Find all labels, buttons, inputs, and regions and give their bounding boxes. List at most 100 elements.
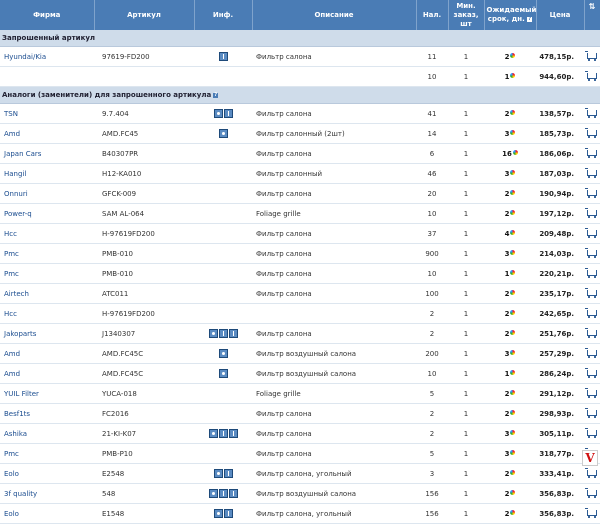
cart-cell[interactable] [584,323,600,344]
col-article[interactable]: Артикул [94,0,195,30]
cart-cell[interactable] [584,403,600,424]
firm-link[interactable]: Pmc [0,443,94,464]
cart-cell[interactable] [584,363,600,384]
firm-link[interactable]: Ashika [0,423,94,444]
cart-icon[interactable] [585,347,597,358]
firm-link[interactable]: Eolo [0,463,94,484]
firm-link[interactable]: Amd [0,123,94,144]
firm-link[interactable]: Eolo [0,503,94,524]
cart-icon[interactable] [585,70,597,81]
info-icon[interactable] [223,509,233,518]
firm-link[interactable]: Airtech [0,283,94,304]
firm-link[interactable] [0,66,94,87]
info-icon[interactable] [218,52,228,61]
cart-cell[interactable] [584,223,600,244]
cart-icon[interactable] [585,50,597,61]
info-icon[interactable] [218,329,228,338]
cart-icon[interactable] [585,307,597,318]
info-icon[interactable] [223,109,233,118]
help-icon[interactable]: ? [213,92,219,98]
cart-cell[interactable] [584,46,600,67]
firm-link[interactable]: Hcc [0,223,94,244]
help-icon[interactable]: ? [527,16,533,22]
firm-link[interactable]: Power-q [0,203,94,224]
firm-link[interactable]: Amd [0,363,94,384]
firm-link[interactable]: Jakoparts [0,323,94,344]
cart-cell[interactable] [584,163,600,184]
col-description[interactable]: Описание [252,0,417,30]
firm-link[interactable]: Hyundai/Kia [0,46,94,67]
article-cell: YUCA-018 [94,383,194,404]
cart-icon[interactable] [585,427,597,438]
col-firm[interactable]: Фирма [0,0,95,30]
firm-link[interactable]: Besf1ts [0,403,94,424]
cart-cell[interactable] [584,343,600,364]
photo-icon[interactable] [213,469,223,478]
cart-icon[interactable] [585,167,597,178]
cart-cell[interactable] [584,303,600,324]
col-expected-days[interactable]: Ожидаемый срок, дн. ? [484,0,537,30]
photo-icon[interactable] [213,509,223,518]
photo-icon[interactable] [218,369,228,378]
cart-cell[interactable] [584,203,600,224]
cart-cell[interactable] [584,423,600,444]
cart-icon[interactable] [585,407,597,418]
info-icon[interactable] [228,429,238,438]
cart-icon[interactable] [585,467,597,478]
cart-cell[interactable] [584,103,600,124]
cart-icon[interactable] [585,147,597,158]
cart-cell[interactable] [584,66,600,87]
info-icon[interactable] [228,489,238,498]
info-icon[interactable] [223,469,233,478]
cart-icon[interactable] [585,487,597,498]
cart-icon[interactable] [585,187,597,198]
cart-icon[interactable] [585,227,597,238]
cart-cell[interactable] [584,183,600,204]
firm-link[interactable]: YUIL Filter [0,383,94,404]
cart-cell[interactable] [584,143,600,164]
info-icon[interactable] [218,429,228,438]
firm-link[interactable]: Onnuri [0,183,94,204]
firm-link[interactable]: Japan Cars [0,143,94,164]
photo-icon[interactable] [218,349,228,358]
sort-icon[interactable]: ⇅ [589,2,596,11]
cart-icon[interactable] [585,367,597,378]
cart-icon[interactable] [585,327,597,338]
cart-cell[interactable] [584,483,600,504]
info-icon[interactable] [218,489,228,498]
cart-icon[interactable] [585,387,597,398]
cart-icon[interactable] [585,287,597,298]
col-price[interactable]: Цена [536,0,585,30]
cart-cell[interactable] [584,383,600,404]
firm-link[interactable]: Hangil [0,163,94,184]
cart-icon[interactable] [585,507,597,518]
info-icon[interactable] [228,329,238,338]
cart-cell[interactable] [584,503,600,524]
table-header: Фирма Артикул Инф. Описание Нал. Мин. за… [0,0,600,30]
table-row: Amd AMD.FC45C Фильтр воздушный салона 200 1 3… [0,343,600,364]
cart-icon[interactable] [585,207,597,218]
photo-icon[interactable] [208,489,218,498]
photo-icon[interactable] [218,129,228,138]
cart-icon[interactable] [585,267,597,278]
firm-link[interactable]: TSN [0,103,94,124]
cart-icon[interactable] [585,247,597,258]
cart-cell[interactable] [584,243,600,264]
col-sort[interactable]: ⇅ [584,0,600,30]
cart-cell[interactable] [584,463,600,484]
cart-icon[interactable] [585,107,597,118]
cart-cell[interactable] [584,123,600,144]
cart-cell[interactable] [584,283,600,304]
cart-icon[interactable] [585,127,597,138]
firm-link[interactable]: 3f quality [0,483,94,504]
photo-icon[interactable] [208,429,218,438]
firm-link[interactable]: Pmc [0,243,94,264]
firm-link[interactable]: Pmc [0,263,94,284]
col-availability[interactable]: Нал. [416,0,449,30]
firm-link[interactable]: Amd [0,343,94,364]
firm-link[interactable]: Hcc [0,303,94,324]
photo-icon[interactable] [208,329,218,338]
col-min-order[interactable]: Мин. заказ, шт [448,0,485,30]
photo-icon[interactable] [213,109,223,118]
cart-cell[interactable] [584,263,600,284]
